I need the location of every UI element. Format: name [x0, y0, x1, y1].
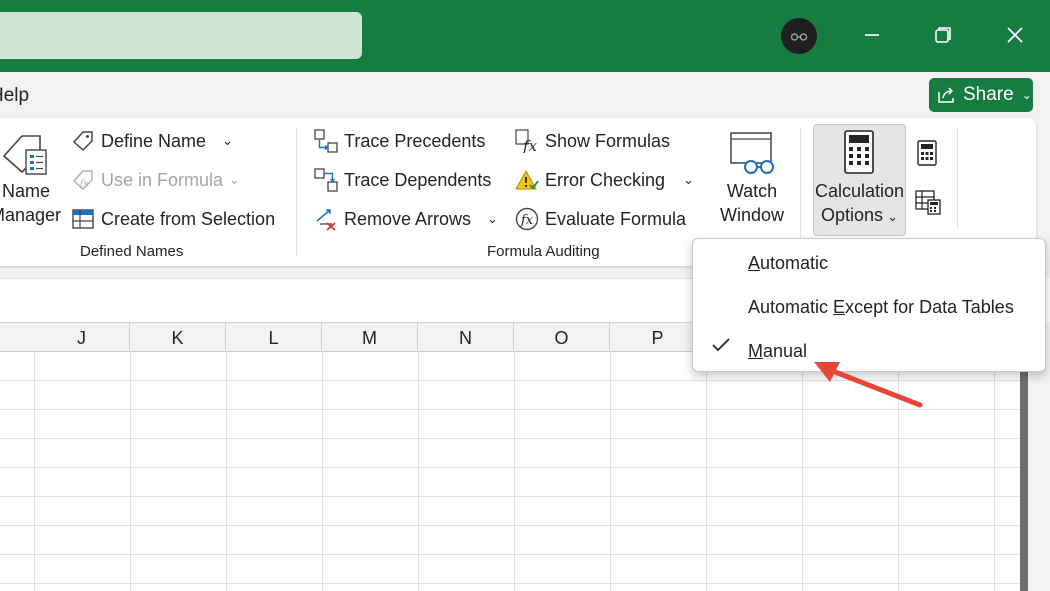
remove-arrows-label: Remove Arrows: [344, 208, 472, 229]
trace-dependents-button[interactable]: Trace Dependents: [314, 168, 491, 192]
table-create-icon: [72, 209, 94, 229]
tag-fx-icon: fx: [72, 170, 93, 191]
create-from-selection-label: Create from Selection: [101, 208, 276, 229]
watch-window-label-1: Watch: [726, 181, 778, 201]
menu-item-automatic-except-data-tables[interactable]: Automatic Except for Data Tables: [748, 297, 1014, 318]
share-button[interactable]: Share ⌄: [929, 78, 1033, 112]
column-header[interactable]: J: [34, 323, 130, 352]
trace-precedents-button[interactable]: Trace Precedents: [314, 129, 485, 153]
calculation-options-label-1: Calculation: [814, 181, 905, 201]
name-manager-label-1: Name: [2, 181, 51, 201]
group-separator: [296, 128, 297, 256]
calculate-now-icon: [917, 140, 937, 166]
calculator-icon: [844, 130, 874, 174]
tab-help[interactable]: Help: [0, 85, 29, 107]
chevron-down-icon: ⌄: [1021, 88, 1032, 102]
restore-button[interactable]: [928, 20, 958, 50]
svg-text:fx: fx: [522, 137, 538, 153]
glasses-icon: [790, 33, 808, 41]
trace-dependents-label: Trace Dependents: [344, 169, 492, 190]
minimize-icon: [865, 34, 879, 36]
error-checking-label: Error Checking: [545, 169, 666, 190]
watch-window-label-2: Window: [719, 205, 785, 225]
search-box[interactable]: [0, 12, 362, 59]
chevron-down-icon: ⌄: [229, 172, 240, 187]
error-checking-icon: [515, 169, 539, 190]
column-header[interactable]: M: [322, 323, 418, 352]
minimize-button[interactable]: [857, 20, 887, 50]
name-manager-icon: [2, 135, 47, 175]
create-from-selection-button[interactable]: Create from Selection: [71, 207, 275, 231]
chevron-down-icon: ⌄: [487, 211, 498, 226]
define-name-label: Define Name: [101, 130, 207, 151]
group-label-formula-auditing: Formula Auditing: [487, 243, 600, 260]
error-checking-button[interactable]: Error Checking ⌄: [515, 168, 694, 192]
column-header[interactable]: K: [130, 323, 226, 352]
annotation-arrow-icon: [814, 362, 923, 408]
close-icon: [1007, 27, 1023, 43]
trace-precedents-icon: [314, 129, 338, 153]
evaluate-formula-icon: fx: [515, 207, 539, 231]
watch-window-icon: [730, 132, 774, 174]
remove-arrows-button[interactable]: Remove Arrows ⌄: [314, 207, 498, 231]
title-bar: [0, 0, 1050, 72]
name-manager-label-2: Manager: [0, 205, 62, 225]
column-header[interactable]: N: [418, 323, 514, 352]
menu-tabs-row: Help: [0, 72, 1050, 118]
group-separator: [957, 128, 958, 228]
avatar[interactable]: [781, 18, 817, 54]
checkmark-icon: [712, 338, 730, 352]
close-button[interactable]: [1000, 20, 1030, 50]
define-name-button[interactable]: Define Name ⌄: [71, 129, 233, 153]
trace-precedents-label: Trace Precedents: [344, 130, 486, 151]
chevron-down-icon: ⌄: [683, 172, 694, 187]
show-formulas-icon: fx: [515, 129, 538, 153]
group-separator: [800, 128, 801, 256]
share-icon: [938, 87, 954, 103]
tag-icon: [72, 131, 93, 152]
use-in-formula-label: Use in Formula: [101, 169, 224, 190]
evaluate-formula-button[interactable]: fx Evaluate Formula: [515, 207, 686, 231]
menu-item-manual[interactable]: Manual: [748, 341, 807, 362]
column-header[interactable]: O: [514, 323, 610, 352]
evaluate-formula-label: Evaluate Formula: [545, 208, 687, 229]
trace-dependents-icon: [314, 168, 338, 192]
svg-text:fx: fx: [520, 213, 534, 228]
calculate-sheet-icon: [915, 190, 941, 215]
group-label-defined-names: Defined Names: [80, 243, 184, 260]
calculation-options-label-2: Options: [821, 205, 884, 225]
show-formulas-button[interactable]: fx Show Formulas: [515, 129, 670, 153]
menu-item-automatic[interactable]: Automatic: [748, 253, 828, 274]
restore-icon: [935, 27, 951, 43]
calculation-options-button[interactable]: Calculation Options ⌄: [813, 124, 906, 236]
remove-arrows-icon: [316, 209, 336, 231]
show-formulas-label: Show Formulas: [545, 130, 671, 151]
chevron-down-icon: ⌄: [887, 209, 898, 224]
share-label: Share: [963, 84, 1014, 105]
chevron-down-icon: ⌄: [222, 133, 233, 148]
use-in-formula-button[interactable]: fx Use in Formula ⌄: [71, 168, 240, 192]
column-header[interactable]: L: [226, 323, 322, 352]
svg-text:fx: fx: [79, 179, 88, 189]
